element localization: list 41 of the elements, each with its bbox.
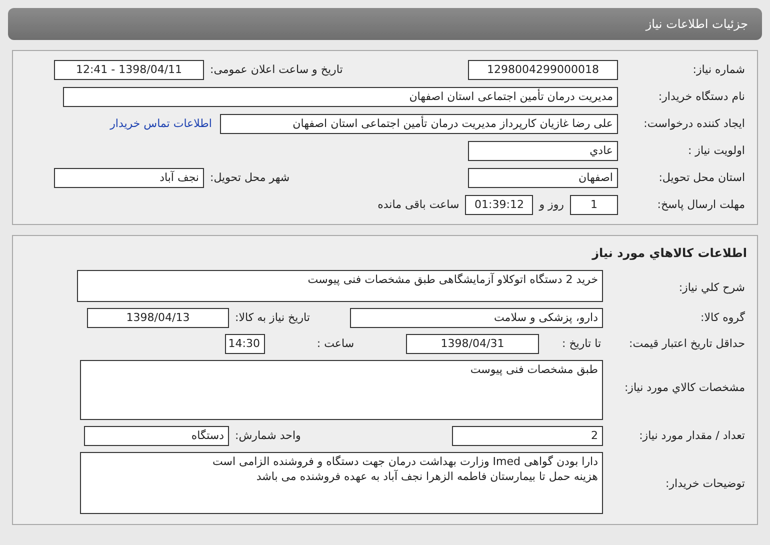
- text-field[interactable]: عادي: [468, 141, 618, 161]
- field-label: تعداد / مقدار مورد نیاز:: [638, 428, 746, 444]
- text-field[interactable]: 1: [570, 195, 618, 215]
- text-field[interactable]: نجف آباد: [54, 168, 204, 188]
- field-label: مشخصات کالاي مورد نیاز:: [623, 380, 746, 396]
- text-field[interactable]: مدیریت درمان تأمین اجتماعی استان اصفهان: [63, 87, 618, 107]
- field-label: شرح کلي نیاز:: [678, 280, 746, 296]
- text-field[interactable]: 1398/04/31: [406, 334, 539, 354]
- text-area[interactable]: طبق مشخصات فنی پیوست: [80, 360, 603, 420]
- text-field[interactable]: 2: [452, 426, 603, 446]
- field-label: شهر محل تحویل:: [209, 170, 291, 186]
- field-label: نام دستگاه خریدار:: [657, 89, 746, 105]
- field-label: شماره نیاز:: [692, 62, 746, 78]
- buyer-contact-link[interactable]: اطلاعات تماس خریدار: [110, 114, 212, 134]
- text-field[interactable]: اصفهان: [468, 168, 618, 188]
- text-field[interactable]: دارو، پزشکی و سلامت: [350, 308, 603, 328]
- field-label: تاریخ نیاز به کالا:: [234, 310, 311, 326]
- text-field[interactable]: 1298004299000018: [468, 60, 618, 80]
- field-label: ایجاد کننده درخواست:: [642, 116, 746, 132]
- field-label: توضیحات خریدار:: [664, 476, 746, 492]
- text-area[interactable]: دارا بودن گواهی Imed وزارت بهداشت درمان جهت دستگاه و فروشنده الزامی است هزینه حمل تا بیمارستان فاطمه الزهرا نجف آباد به عهده فروشنده می باشد: [80, 452, 603, 514]
- field-label: واحد شمارش:: [234, 428, 302, 444]
- text-field[interactable]: علی رضا غازیان کارپرداز مدیریت درمان تأمین اجتماعی استان اصفهان: [220, 114, 618, 134]
- text-area[interactable]: خرید 2 دستگاه اتوکلاو آزمایشگاهی طبق مشخصات فنی پیوست: [77, 270, 603, 302]
- text-field[interactable]: 1398/04/11 - 12:41: [54, 60, 204, 80]
- text-field[interactable]: دستگاه: [84, 426, 229, 446]
- field-label: استان محل تحویل:: [658, 170, 746, 186]
- text-field[interactable]: 14:30: [225, 334, 265, 354]
- field-label: حداقل تاریخ اعتبار قیمت:: [628, 336, 746, 352]
- text-field[interactable]: 01:39:12: [465, 195, 534, 215]
- section-title: اطلاعات کالاهاي مورد نیاز: [590, 245, 747, 262]
- field-label: ساعت باقی مانده: [376, 197, 460, 213]
- field-label: مهلت ارسال پاسخ:: [656, 197, 746, 213]
- field-label: تا تاریخ :: [561, 336, 602, 352]
- field-label: ساعت :: [316, 336, 356, 352]
- field-label: روز و: [538, 197, 565, 213]
- field-label: گروه کالا:: [700, 310, 746, 326]
- text-field[interactable]: 1398/04/13: [87, 308, 229, 328]
- field-label: تاریخ و ساعت اعلان عمومی:: [209, 62, 344, 78]
- page-header: جزئیات اطلاعات نیاز: [8, 8, 762, 40]
- field-label: اولویت نیاز :: [686, 143, 746, 159]
